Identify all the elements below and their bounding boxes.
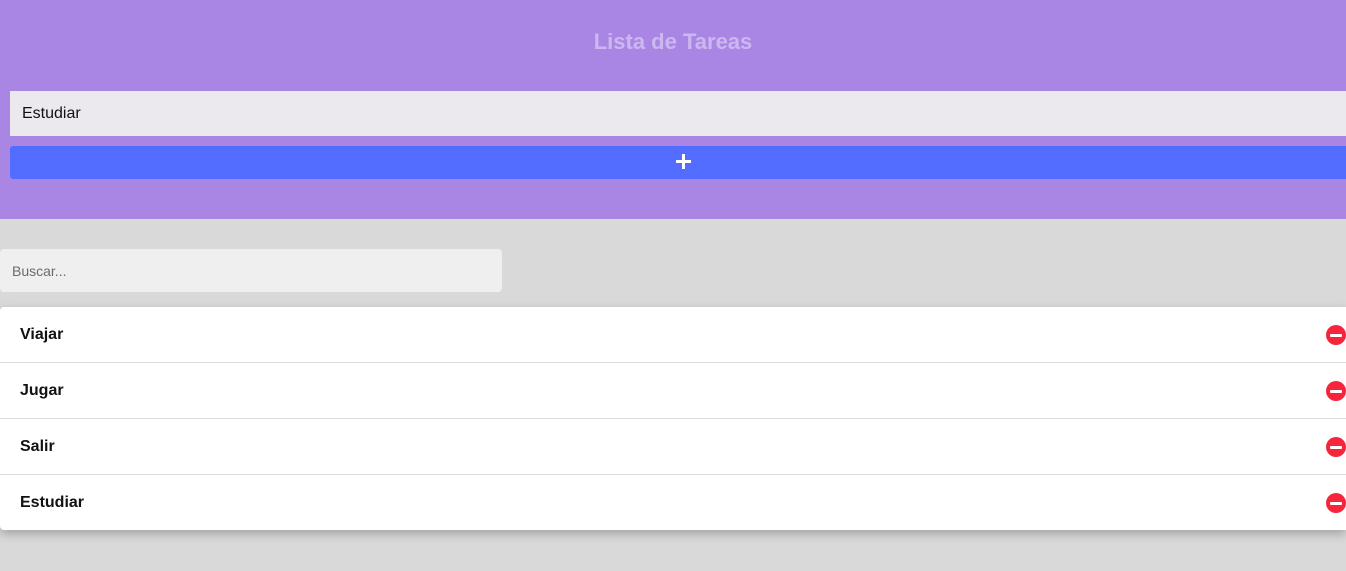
task-input[interactable]: [10, 91, 1346, 136]
delete-task-button[interactable]: [1326, 381, 1346, 401]
task-label: Salir: [20, 438, 55, 455]
task-label: Viajar: [20, 326, 64, 343]
task-list: Viajar Jugar Salir Estudiar: [0, 307, 1346, 530]
task-item: Jugar: [0, 363, 1346, 419]
minus-circle-icon: [1326, 381, 1346, 401]
task-label: Estudiar: [20, 494, 85, 511]
page-title: Lista de Tareas: [593, 29, 753, 54]
search-input[interactable]: [0, 249, 502, 292]
plus-icon: [676, 154, 691, 169]
minus-circle-icon: [1326, 325, 1346, 345]
delete-task-button[interactable]: [1326, 437, 1346, 457]
add-task-button[interactable]: [10, 146, 1346, 179]
delete-task-button[interactable]: [1326, 493, 1346, 513]
header: Lista de Tareas: [0, 0, 1346, 219]
task-item: Viajar: [0, 307, 1346, 363]
delete-task-button[interactable]: [1326, 325, 1346, 345]
minus-circle-icon: [1326, 493, 1346, 513]
minus-circle-icon: [1326, 437, 1346, 457]
task-item: Estudiar: [0, 475, 1346, 530]
task-item: Salir: [0, 419, 1346, 475]
task-label: Jugar: [20, 382, 64, 399]
